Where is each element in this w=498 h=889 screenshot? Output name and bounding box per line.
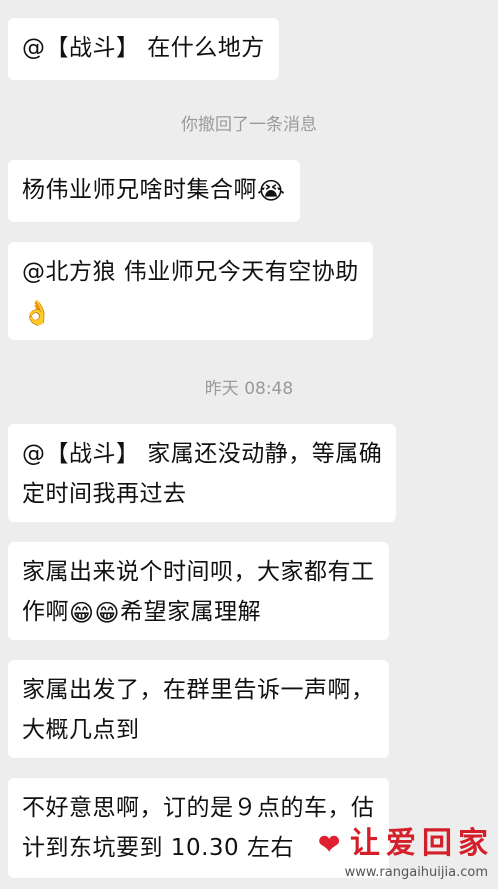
message-text-line: @北方狼 伟业师兄今天有空协助 (22, 259, 359, 285)
message-text: 作啊 (22, 599, 69, 625)
message-text: 杨伟业师兄啥时集合啊 (22, 177, 257, 203)
message-bubble[interactable]: 家属出发了，在群里告诉一声啊， 大概几点到 (8, 660, 389, 758)
message-bubble[interactable]: @北方狼 伟业师兄今天有空协助 👌 (8, 242, 373, 340)
message-text-line: 大概几点到 (22, 717, 140, 743)
message-text: @【战斗】 在什么地方 (22, 35, 265, 61)
message-text: 希望家属理解 (120, 599, 262, 625)
message-bubble[interactable]: 杨伟业师兄啥时集合啊😭 (8, 160, 300, 222)
watermark-brand: 让爱回家 (350, 826, 494, 861)
heart-logo-icon: ❤ (318, 830, 346, 860)
grinning-emoji-icon: 😁 (69, 598, 95, 627)
message-bubble[interactable]: @【战斗】 在什么地方 (8, 18, 279, 80)
timestamp: 昨天 08:48 (204, 379, 294, 399)
message-bubble[interactable]: @【战斗】 家属还没动静，等属确 定时间我再过去 (8, 424, 397, 522)
crying-laughing-emoji-icon: 😭 (257, 176, 286, 205)
recall-notice: 你撤回了一条消息 (181, 115, 317, 135)
message-text-line: 定时间我再过去 (22, 481, 187, 507)
ok-hand-emoji-icon: 👌 (22, 298, 53, 327)
message-text-line: 家属出发了，在群里告诉一声啊， (22, 677, 375, 703)
message-text-line: 不好意思啊，订的是９点的车，估 (22, 795, 375, 821)
message-text-line: @【战斗】 家属还没动静，等属确 (22, 441, 383, 467)
watermark-url: www.rangaihuijia.com (344, 865, 488, 880)
grinning-emoji-icon: 😁 (94, 598, 121, 627)
message-bubble[interactable]: 家属出来说个时间呗，大家都有工 作啊😁😁希望家属理解 (8, 542, 389, 640)
message-text-line: 家属出来说个时间呗，大家都有工 (22, 559, 375, 585)
watermark: ❤ 让爱回家 www.rangaihuijia.com (294, 825, 494, 887)
